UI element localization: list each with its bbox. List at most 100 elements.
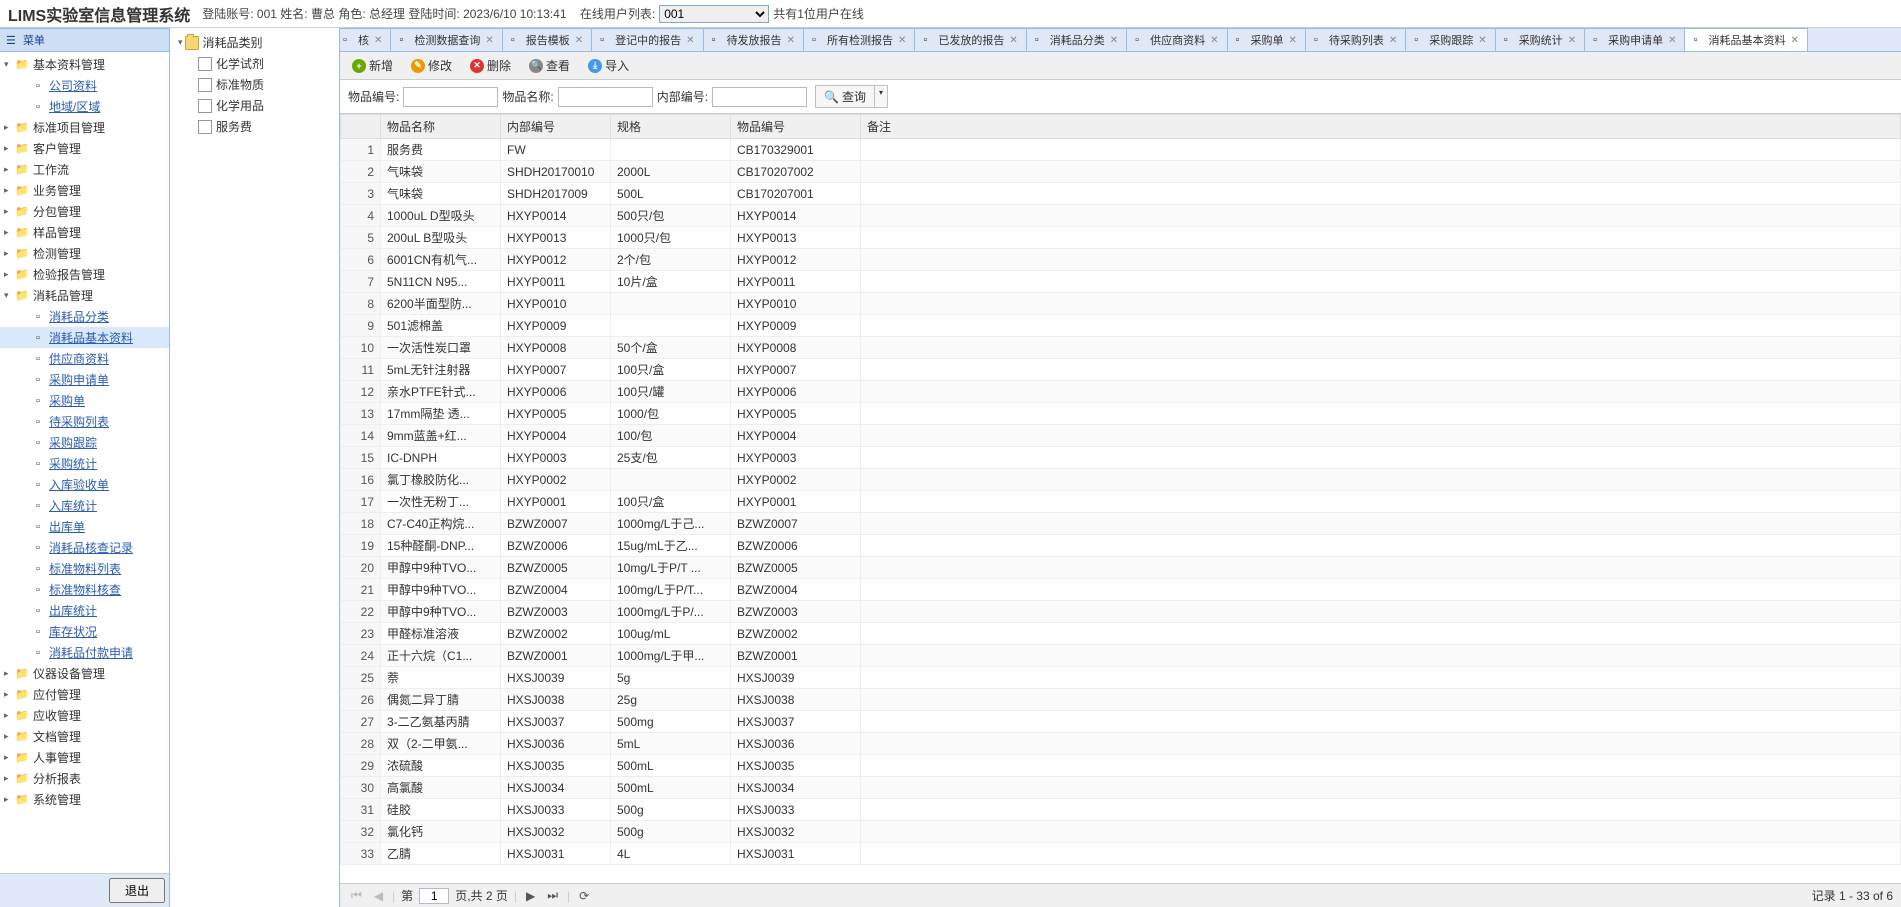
menu-child[interactable]: ▫采购统计 bbox=[0, 453, 169, 474]
tab[interactable]: ▫采购跟踪✕ bbox=[1405, 28, 1495, 51]
menu-child[interactable]: ▫标准物料列表 bbox=[0, 558, 169, 579]
tab[interactable]: ▫核✕ bbox=[340, 28, 391, 51]
tab[interactable]: ▫登记中的报告✕ bbox=[591, 28, 703, 51]
category-item[interactable]: 化学试剂 bbox=[174, 53, 335, 74]
search-input-code[interactable] bbox=[403, 87, 498, 107]
table-row[interactable]: 26偶氮二异丁腈HXSJ003825gHXSJ0038 bbox=[341, 689, 1901, 711]
table-row[interactable]: 5200uL B型吸头HXYP00131000只/包HXYP0013 bbox=[341, 227, 1901, 249]
tab[interactable]: ▫所有检测报告✕ bbox=[803, 28, 915, 51]
menu-node[interactable]: ▸📁分析报表 bbox=[0, 768, 169, 789]
view-button[interactable]: 🔍查看 bbox=[523, 55, 576, 76]
table-row[interactable]: 149mm蓝盖+红...HXYP0004100/包HXYP0004 bbox=[341, 425, 1901, 447]
tab[interactable]: ▫供应商资料✕ bbox=[1126, 28, 1227, 51]
menu-node[interactable]: ▸📁检测管理 bbox=[0, 243, 169, 264]
tab[interactable]: ▫采购申请单✕ bbox=[1584, 28, 1685, 51]
close-icon[interactable]: ✕ bbox=[1389, 35, 1397, 46]
table-row[interactable]: 273-二乙氨基丙腈HXSJ0037500mgHXSJ0037 bbox=[341, 711, 1901, 733]
tab[interactable]: ▫报告模板✕ bbox=[502, 28, 592, 51]
delete-button[interactable]: ✕删除 bbox=[464, 55, 517, 76]
menu-child[interactable]: ▫待采购列表 bbox=[0, 411, 169, 432]
menu-node[interactable]: ▸📁人事管理 bbox=[0, 747, 169, 768]
menu-child[interactable]: ▫库存状况 bbox=[0, 621, 169, 642]
table-row[interactable]: 1915种醛酮-DNP...BZWZ000615ug/mL于乙...BZWZ00… bbox=[341, 535, 1901, 557]
close-icon[interactable]: ✕ bbox=[374, 35, 382, 46]
close-icon[interactable]: ✕ bbox=[898, 35, 906, 46]
tab[interactable]: ▫消耗品分类✕ bbox=[1026, 28, 1127, 51]
table-row[interactable]: 1317mm隔垫 透...HXYP00051000/包HXYP0005 bbox=[341, 403, 1901, 425]
table-row[interactable]: 28双（2-二甲氨...HXSJ00365mLHXSJ0036 bbox=[341, 733, 1901, 755]
menu-child[interactable]: ▫消耗品付款申请 bbox=[0, 642, 169, 663]
close-icon[interactable]: ✕ bbox=[1790, 35, 1798, 46]
table-row[interactable]: 66001CN有机气...HXYP00122个/包HXYP0012 bbox=[341, 249, 1901, 271]
close-icon[interactable]: ✕ bbox=[1568, 35, 1576, 46]
category-item[interactable]: 化学用品 bbox=[174, 95, 335, 116]
table-row[interactable]: 25萘HXSJ00395gHXSJ0039 bbox=[341, 667, 1901, 689]
close-icon[interactable]: ✕ bbox=[575, 35, 583, 46]
close-icon[interactable]: ✕ bbox=[1009, 35, 1017, 46]
tab[interactable]: ▫已发放的报告✕ bbox=[914, 28, 1026, 51]
add-button[interactable]: +新增 bbox=[346, 55, 399, 76]
column-header[interactable] bbox=[341, 115, 381, 139]
table-row[interactable]: 18C7-C40正构烷...BZWZ00071000mg/L于己...BZWZ0… bbox=[341, 513, 1901, 535]
column-header[interactable]: 备注 bbox=[861, 115, 1901, 139]
menu-child[interactable]: ▫采购单 bbox=[0, 390, 169, 411]
close-icon[interactable]: ✕ bbox=[1210, 35, 1218, 46]
table-row[interactable]: 15IC-DNPHHXYP000325支/包HXYP0003 bbox=[341, 447, 1901, 469]
tab[interactable]: ▫采购统计✕ bbox=[1495, 28, 1585, 51]
menu-node[interactable]: ▸📁检验报告管理 bbox=[0, 264, 169, 285]
menu-node[interactable]: ▸📁仪器设备管理 bbox=[0, 663, 169, 684]
logout-button[interactable]: 退出 bbox=[109, 878, 165, 903]
table-row[interactable]: 24正十六烷（C1...BZWZ00011000mg/L于甲...BZWZ000… bbox=[341, 645, 1901, 667]
table-row[interactable]: 16氯丁橡胶防化...HXYP0002HXYP0002 bbox=[341, 469, 1901, 491]
table-row[interactable]: 31硅胶HXSJ0033500gHXSJ0033 bbox=[341, 799, 1901, 821]
menu-node[interactable]: ▸📁分包管理 bbox=[0, 201, 169, 222]
tab[interactable]: ▫采购单✕ bbox=[1227, 28, 1306, 51]
menu-child[interactable]: ▫出库单 bbox=[0, 516, 169, 537]
tab[interactable]: ▫待采购列表✕ bbox=[1305, 28, 1406, 51]
first-page-button[interactable]: ⏮ bbox=[348, 888, 365, 903]
table-row[interactable]: 10一次活性炭口罩HXYP000850个/盒HXYP0008 bbox=[341, 337, 1901, 359]
menu-child[interactable]: ▫消耗品分类 bbox=[0, 306, 169, 327]
table-row[interactable]: 22甲醇中9种TVO...BZWZ00031000mg/L于P/...BZWZ0… bbox=[341, 601, 1901, 623]
menu-node[interactable]: ▸📁应收管理 bbox=[0, 705, 169, 726]
menu-child[interactable]: ▫消耗品基本资料 bbox=[0, 327, 169, 348]
column-header[interactable]: 物品名称 bbox=[381, 115, 501, 139]
menu-child[interactable]: ▫地域/区域 bbox=[0, 96, 169, 117]
category-item[interactable]: 标准物质 bbox=[174, 74, 335, 95]
table-row[interactable]: 115mL无针注射器HXYP0007100只/盒HXYP0007 bbox=[341, 359, 1901, 381]
menu-node[interactable]: ▾📁基本资料管理 bbox=[0, 54, 169, 75]
menu-child[interactable]: ▫采购申请单 bbox=[0, 369, 169, 390]
menu-child[interactable]: ▫入库统计 bbox=[0, 495, 169, 516]
edit-button[interactable]: ✎修改 bbox=[405, 55, 458, 76]
menu-node[interactable]: ▸📁系统管理 bbox=[0, 789, 169, 810]
table-row[interactable]: 32氯化钙HXSJ0032500gHXSJ0032 bbox=[341, 821, 1901, 843]
menu-child[interactable]: ▫标准物料核查 bbox=[0, 579, 169, 600]
table-row[interactable]: 29浓硫酸HXSJ0035500mLHXSJ0035 bbox=[341, 755, 1901, 777]
column-header[interactable]: 内部编号 bbox=[501, 115, 611, 139]
next-page-button[interactable]: ▶ bbox=[523, 889, 538, 903]
close-icon[interactable]: ✕ bbox=[1478, 35, 1486, 46]
table-row[interactable]: 2气味袋SHDH201700102000LCB170207002 bbox=[341, 161, 1901, 183]
table-row[interactable]: 33乙腈HXSJ00314LHXSJ0031 bbox=[341, 843, 1901, 865]
import-button[interactable]: ⤓导入 bbox=[582, 55, 635, 76]
table-row[interactable]: 41000uL D型吸头HXYP0014500只/包HXYP0014 bbox=[341, 205, 1901, 227]
menu-node[interactable]: ▸📁标准项目管理 bbox=[0, 117, 169, 138]
category-item[interactable]: 服务费 bbox=[174, 116, 335, 137]
table-row[interactable]: 21甲醇中9种TVO...BZWZ0004100mg/L于P/T...BZWZ0… bbox=[341, 579, 1901, 601]
table-row[interactable]: 12亲水PTFE针式...HXYP0006100只/罐HXYP0006 bbox=[341, 381, 1901, 403]
menu-node[interactable]: ▸📁业务管理 bbox=[0, 180, 169, 201]
tab[interactable]: ▫消耗品基本资料✕ bbox=[1684, 28, 1807, 51]
close-icon[interactable]: ✕ bbox=[1289, 35, 1297, 46]
menu-child[interactable]: ▫消耗品核查记录 bbox=[0, 537, 169, 558]
table-row[interactable]: 75N11CN N95...HXYP001110片/盒HXYP0011 bbox=[341, 271, 1901, 293]
refresh-button[interactable]: ⟳ bbox=[576, 889, 592, 903]
close-icon[interactable]: ✕ bbox=[485, 35, 493, 46]
search-input-name[interactable] bbox=[558, 87, 653, 107]
table-row[interactable]: 23甲醛标准溶液BZWZ0002100ug/mLBZWZ0002 bbox=[341, 623, 1901, 645]
menu-child[interactable]: ▫入库验收单 bbox=[0, 474, 169, 495]
search-button[interactable]: 🔍查询 bbox=[815, 85, 875, 108]
menu-child[interactable]: ▫公司资料 bbox=[0, 75, 169, 96]
search-input-internal[interactable] bbox=[712, 87, 807, 107]
column-header[interactable]: 规格 bbox=[611, 115, 731, 139]
table-row[interactable]: 3气味袋SHDH2017009500LCB170207001 bbox=[341, 183, 1901, 205]
